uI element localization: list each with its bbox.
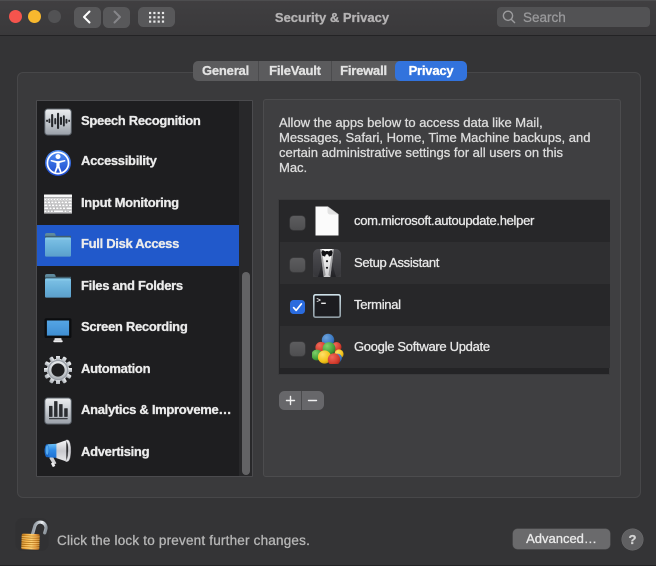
svg-text:>: > [316,297,321,305]
